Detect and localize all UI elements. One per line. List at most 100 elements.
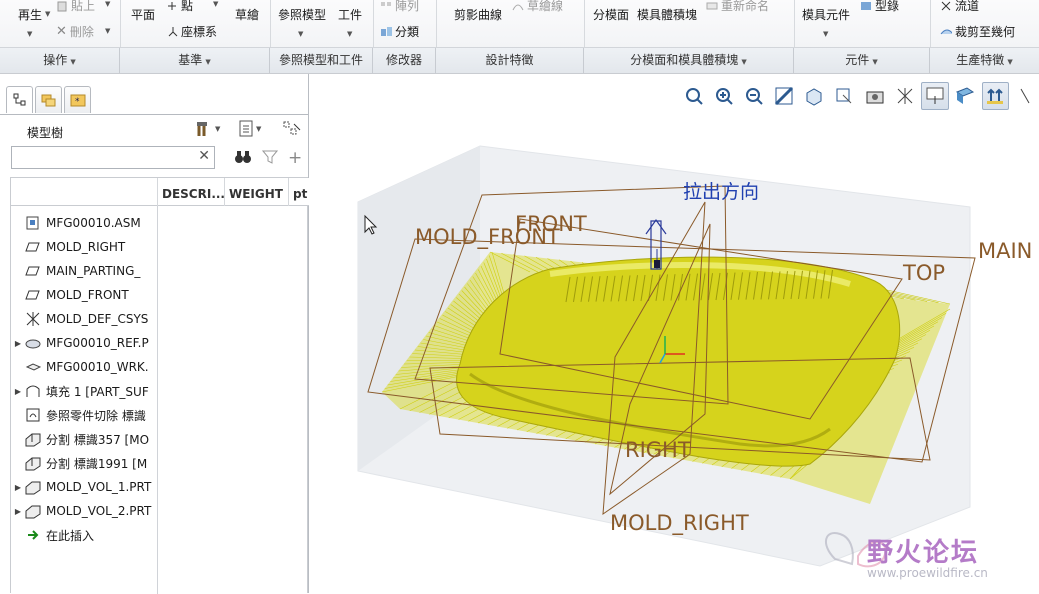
mold-volume-button[interactable]: 模具體積塊 (637, 6, 697, 23)
saved-orientations-button[interactable] (831, 82, 858, 110)
tree-item[interactable]: 參照零件切除 標識 (11, 403, 157, 427)
model-tree-title: 模型樹 (27, 126, 64, 140)
spin-center-button[interactable] (921, 82, 949, 110)
tree-item-label: MOLD_FRONT (46, 288, 129, 302)
molding-label: 型錄 (875, 0, 900, 13)
find-button[interactable] (234, 149, 252, 168)
tree-item-label: MOLD_VOL_2.PRT (46, 504, 152, 518)
plane-display-icon (956, 87, 975, 104)
right-label: RIGHT (625, 438, 691, 462)
datum-display-button[interactable] (891, 82, 918, 110)
saved-views-icon (836, 88, 852, 104)
tree-item[interactable]: MAIN_PARTING_ (11, 259, 157, 283)
sketch-button[interactable]: 草繪 (235, 6, 259, 23)
column-header-row: DESCRI... WEIGHT pt (11, 178, 309, 206)
plane-button[interactable]: 平面 (131, 6, 155, 23)
classify-icon (381, 26, 392, 36)
column-header[interactable]: pt (288, 178, 309, 206)
tab-folder-browser[interactable] (35, 86, 62, 113)
regenerate-label: 再生 (18, 8, 43, 22)
group-datum[interactable]: 基準 ▼ (120, 48, 270, 73)
tree-item[interactable]: MFG00010.ASM (11, 211, 157, 235)
tree-item[interactable]: 在此插入 (11, 523, 157, 547)
chevron-down-icon: ▼ (105, 27, 111, 35)
group-label: 基準 (178, 53, 203, 67)
tree-item[interactable]: MOLD_RIGHT (11, 235, 157, 259)
refit-button[interactable] (680, 82, 707, 110)
tree-filter-icon (283, 121, 301, 135)
trim-to-geometry-button[interactable]: 裁剪至幾何 (940, 23, 1015, 40)
sketch-curve-button[interactable]: 草繪線 (512, 0, 563, 14)
watermark-text: 野火论坛 (867, 538, 980, 568)
zoom-out-button[interactable] (740, 82, 767, 110)
tree-item[interactable]: MOLD_DEF_CSYS (11, 307, 157, 331)
column-header[interactable]: WEIGHT (224, 178, 288, 206)
mold-component-button[interactable]: 模具元件 (802, 6, 850, 23)
workpiece-button[interactable]: 工件 (338, 6, 362, 23)
group-production[interactable]: 生產特徵 ▼ (930, 48, 1039, 73)
pull-direction-display-button[interactable] (981, 82, 1009, 110)
point-button[interactable]: 點 (166, 0, 193, 14)
model-tree-icon (13, 93, 25, 106)
tab-favorites[interactable]: * (64, 86, 91, 113)
zoom-in-button[interactable] (710, 82, 737, 110)
chevron-down-icon: ▼ (298, 30, 304, 38)
ref-model-button[interactable]: 參照模型 (278, 6, 326, 23)
tree-settings-button[interactable]: ▼ (195, 120, 220, 138)
trim-curve-button[interactable]: 剪影曲線 (454, 6, 502, 23)
view-manager-button[interactable] (861, 82, 888, 110)
group-parting[interactable]: 分模面和模具體積塊 ▼ (584, 48, 794, 73)
coord-sys-button[interactable]: 座標系 (166, 23, 217, 40)
expand-arrow-icon[interactable]: ▶ (11, 507, 25, 516)
rename-button[interactable]: 重新命名 (706, 0, 769, 14)
pattern-button[interactable]: 陣列 (380, 0, 419, 14)
model-viewport[interactable]: 拉出方向 FRONT MOLD_FRONT TOP MAIN RIGHT MOL… (310, 74, 1039, 593)
group-label: 修改器 (385, 53, 422, 67)
tree-item[interactable]: 分割 標識357 [MO (11, 427, 157, 451)
refit-icon (685, 88, 703, 105)
tree-item[interactable]: ▶ MOLD_VOL_1.PRT (11, 475, 157, 499)
molding-button[interactable]: 型錄 (860, 0, 899, 14)
graphics-window[interactable]: 拉出方向 FRONT MOLD_FRONT TOP MAIN RIGHT MOL… (310, 74, 1039, 593)
sketch-label: 草繪 (235, 8, 260, 22)
close-icon[interactable]: ✕ (198, 148, 210, 164)
group-components[interactable]: 元件 ▼ (794, 48, 930, 73)
search-input[interactable] (12, 147, 192, 168)
split-surface-button[interactable]: 分模面 (593, 6, 629, 23)
tools-icon (197, 122, 207, 136)
expand-arrow-icon[interactable]: ▶ (11, 339, 25, 348)
tree-item[interactable]: MFG00010_WRK. (11, 355, 157, 379)
repaint-button[interactable] (771, 82, 798, 110)
tab-model-tree[interactable] (6, 86, 33, 113)
tree-item-label: 在此插入 (46, 528, 95, 543)
annotation-display-button[interactable] (952, 82, 979, 110)
expand-arrow-icon[interactable]: ▶ (11, 483, 25, 492)
regenerate-button[interactable]: 再生 (18, 6, 42, 23)
show-button[interactable]: ▼ (238, 120, 261, 138)
display-style-button[interactable] (801, 82, 828, 110)
tree-item-label: MAIN_PARTING_ (46, 264, 141, 278)
datum-plane-icon (25, 239, 41, 255)
runner-button[interactable]: 流道 (940, 0, 979, 14)
expand-arrow-icon[interactable]: ▶ (11, 387, 25, 396)
group-operations[interactable]: 操作 ▼ (0, 48, 120, 73)
classify-button[interactable]: 分類 (380, 23, 419, 40)
folder-tree-icon (41, 94, 55, 107)
tree-item-label: 參照零件切除 標識 (46, 408, 146, 423)
delete-button[interactable]: ✕ 刪除 (56, 23, 94, 40)
group-label: 參照模型和工件 (278, 53, 363, 67)
binoculars-icon (235, 151, 251, 163)
ref-part-cutout-icon (25, 407, 41, 423)
column-header[interactable]: DESCRI... (157, 178, 224, 206)
add-column-button[interactable]: + (288, 148, 302, 168)
filter-button[interactable] (261, 149, 279, 168)
tree-filter-toggle-button[interactable] (282, 120, 302, 138)
tree-item[interactable]: 分割 標識1991 [M (11, 451, 157, 475)
tree-item[interactable]: ▶ 填充 1 [PART_SUF (11, 379, 157, 403)
tree-item[interactable]: ▶ MOLD_VOL_2.PRT (11, 499, 157, 523)
more-display-button[interactable] (1012, 82, 1039, 110)
tree-item[interactable]: ▶ MFG00010_REF.P (11, 331, 157, 355)
tree-item-label: 分割 標識357 [MO (46, 432, 150, 447)
paste-button[interactable]: 貼上 (56, 0, 95, 14)
tree-item[interactable]: MOLD_FRONT (11, 283, 157, 307)
